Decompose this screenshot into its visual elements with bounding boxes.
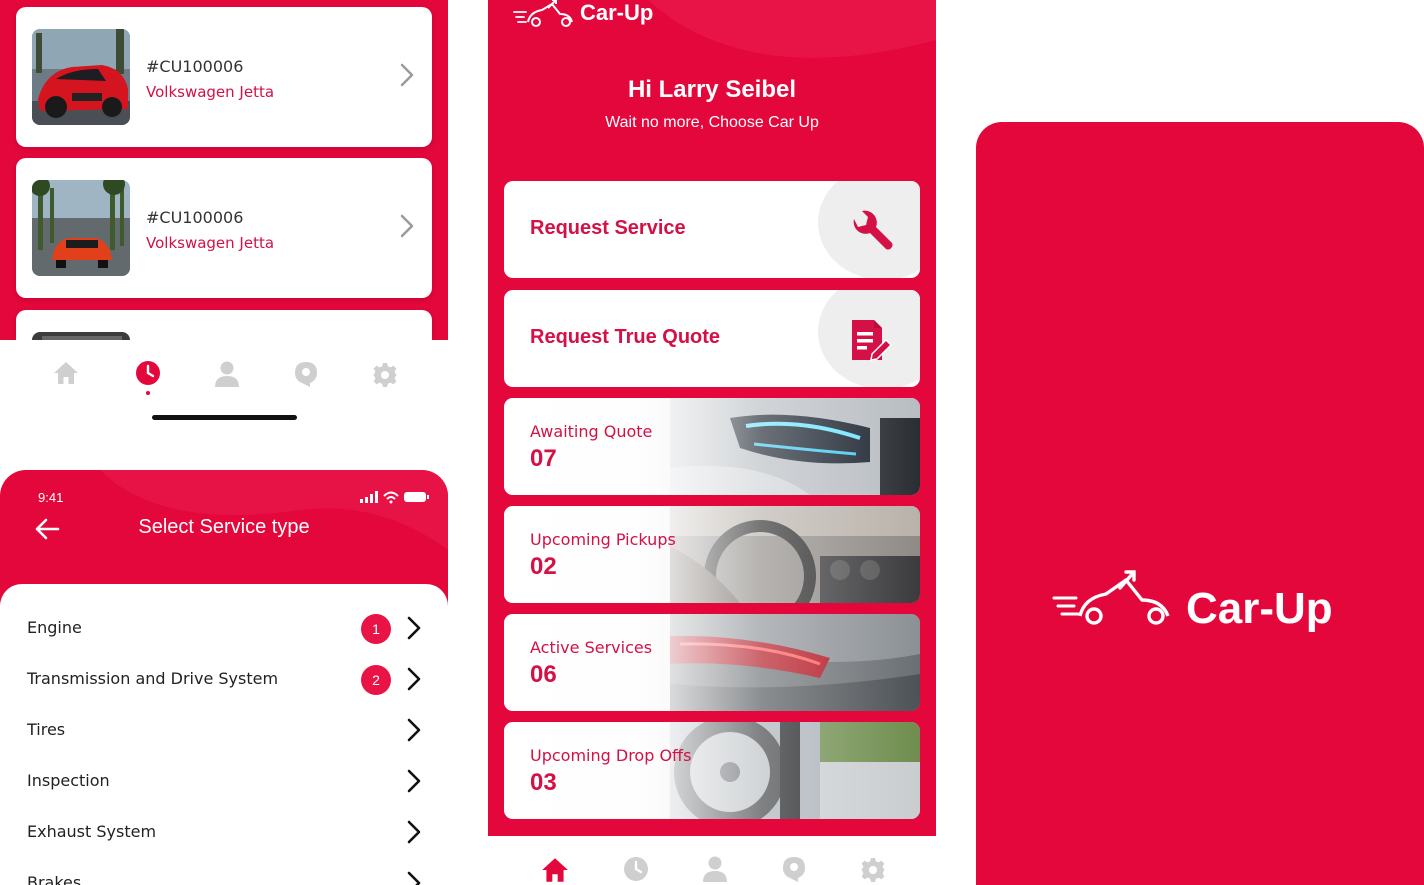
request-true-quote-card[interactable]: Request True Quote — [504, 290, 920, 387]
service-item-transmission[interactable]: Transmission and Drive System 2 — [0, 655, 448, 706]
chevron-right-icon — [407, 820, 421, 844]
settings-icon[interactable] — [860, 857, 886, 883]
bottom-navigation — [0, 340, 448, 440]
vehicle-id: #CU100006 — [146, 57, 244, 76]
clock-icon[interactable] — [622, 855, 650, 883]
vehicle-card[interactable] — [16, 310, 432, 340]
vehicle-id: #CU100006 — [146, 208, 244, 227]
bottom-navigation — [488, 836, 936, 885]
service-label: Brakes — [27, 873, 82, 885]
stat-label: Awaiting Quote — [530, 422, 653, 441]
status-icons — [358, 490, 430, 504]
chevron-right-icon — [407, 667, 421, 691]
count-badge: 1 — [361, 614, 391, 644]
chevron-right-icon — [407, 616, 421, 640]
profile-icon[interactable] — [702, 855, 728, 883]
service-type-list: Engine 1 Transmission and Drive System 2… — [0, 584, 448, 885]
service-label: Exhaust System — [27, 822, 157, 841]
request-service-card[interactable]: Request Service — [504, 181, 920, 278]
active-services-card[interactable]: Active Services 06 — [504, 614, 920, 711]
profile-icon[interactable] — [214, 360, 240, 388]
wrench-icon — [848, 207, 896, 255]
service-type-screen: 9:41 Select Service type Engine 1 Transm… — [0, 470, 448, 885]
chevron-right-icon — [400, 214, 414, 238]
home-icon[interactable] — [540, 856, 570, 884]
vehicle-photo — [32, 29, 130, 125]
vehicle-card[interactable]: #CU100006 Volkswagen Jetta — [16, 7, 432, 147]
chevron-right-icon — [407, 718, 421, 742]
service-item-brakes[interactable]: Brakes — [0, 859, 448, 885]
chevron-right-icon — [407, 769, 421, 793]
stat-label: Upcoming Drop Offs — [530, 746, 692, 765]
service-label: Inspection — [27, 771, 110, 790]
history-screen: #CU100006 Volkswagen Jetta #CU100006 Vol… — [0, 0, 448, 340]
status-time: 9:41 — [38, 490, 64, 505]
service-item-engine[interactable]: Engine 1 — [0, 604, 448, 655]
service-label: Engine — [27, 618, 82, 637]
stat-value: 02 — [530, 553, 557, 580]
stat-label: Upcoming Pickups — [530, 530, 676, 549]
vehicle-photo — [32, 180, 130, 276]
home-screen: Car-Up Hi Larry Seibel Wait no more, Cho… — [488, 0, 936, 836]
service-item-exhaust[interactable]: Exhaust System — [0, 808, 448, 859]
greeting: Hi Larry Seibel — [627, 76, 797, 103]
splash-screen: Car-Up — [976, 122, 1424, 885]
settings-icon[interactable] — [372, 362, 398, 388]
service-item-inspection[interactable]: Inspection — [0, 757, 448, 808]
service-item-tires[interactable]: Tires — [0, 706, 448, 757]
stat-value: 07 — [530, 445, 557, 472]
logo-text: Car-Up — [580, 0, 654, 25]
service-label: Tires — [27, 720, 66, 739]
greeting-subtitle: Wait no more, Choose Car Up — [605, 114, 819, 131]
home-indicator — [152, 415, 297, 420]
car-up-logo — [1050, 570, 1180, 630]
upcoming-drop-offs-card[interactable]: Upcoming Drop Offs 03 — [504, 722, 920, 819]
vehicle-name: Volkswagen Jetta — [146, 234, 275, 252]
vehicle-name: Volkswagen Jetta — [146, 83, 275, 101]
action-label: Request Service — [530, 217, 686, 239]
clock-icon[interactable] — [134, 360, 162, 396]
quote-document-icon — [850, 318, 896, 362]
support-icon[interactable] — [292, 360, 320, 388]
upcoming-pickups-card[interactable]: Upcoming Pickups 02 — [504, 506, 920, 603]
action-label: Request True Quote — [530, 326, 721, 348]
vehicle-card[interactable]: #CU100006 Volkswagen Jetta — [16, 158, 432, 298]
logo-text: Car-Up — [1186, 584, 1333, 633]
stat-value: 06 — [530, 661, 557, 688]
stat-label: Active Services — [530, 638, 653, 657]
stat-value: 03 — [530, 769, 557, 796]
page-title: Select Service type — [138, 516, 310, 538]
awaiting-quote-card[interactable]: Awaiting Quote 07 — [504, 398, 920, 495]
chevron-right-icon — [407, 871, 421, 885]
chevron-right-icon — [400, 63, 414, 87]
vehicle-photo — [32, 332, 130, 340]
home-icon[interactable] — [52, 360, 80, 386]
support-icon[interactable] — [780, 855, 808, 883]
count-badge: 2 — [361, 665, 391, 695]
service-label: Transmission and Drive System — [27, 669, 279, 688]
